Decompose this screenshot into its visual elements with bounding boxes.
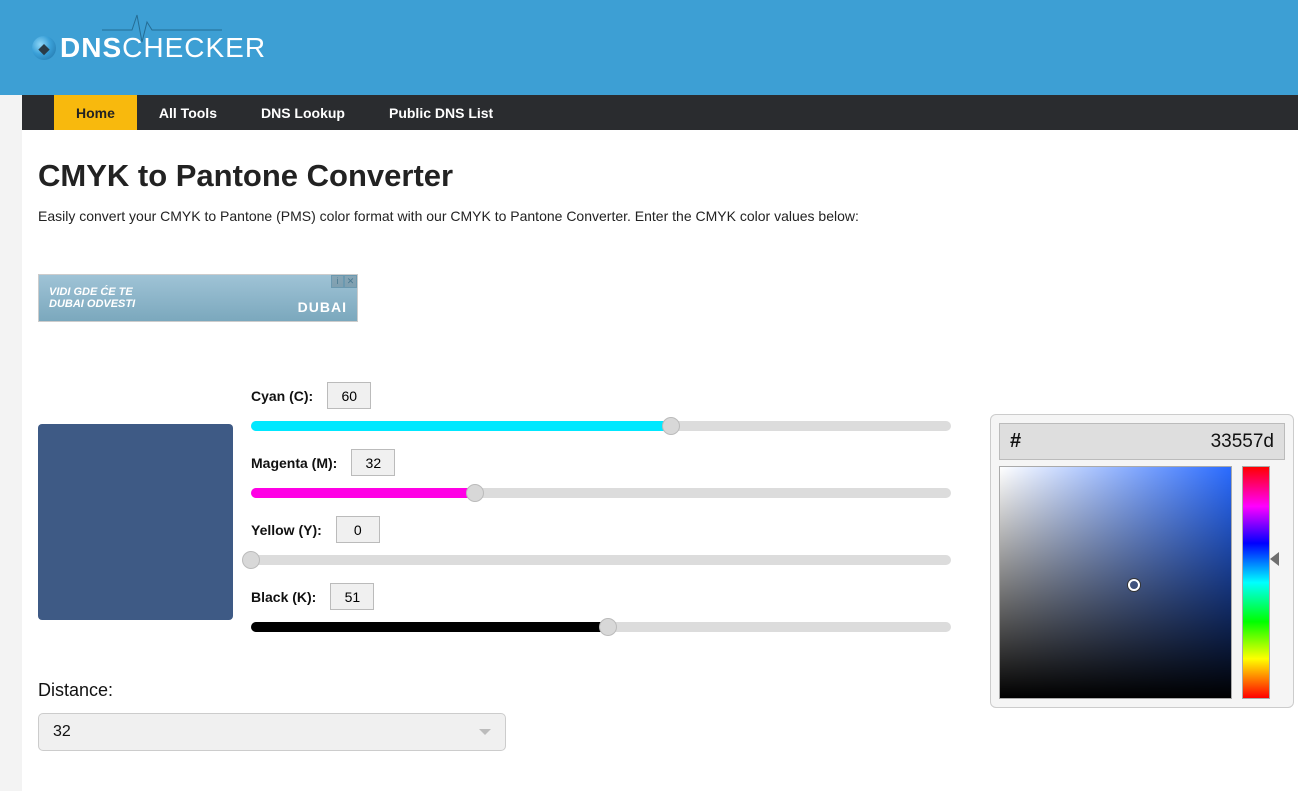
ad-line-2: DUBAI ODVESTI (49, 298, 135, 310)
slider-group-cyan: Cyan (C): (251, 382, 951, 431)
magenta-input[interactable] (351, 449, 395, 476)
sv-cursor[interactable] (1128, 579, 1140, 591)
yellow-slider[interactable] (251, 555, 951, 565)
nav-dns-lookup[interactable]: DNS Lookup (239, 95, 367, 130)
ad-badges: i ✕ (331, 275, 357, 288)
yellow-thumb[interactable] (242, 551, 260, 569)
ad-info-icon[interactable]: i (331, 275, 344, 288)
ad-line-1: VIDI GDE ĆE TE (49, 286, 135, 298)
slider-group-magenta: Magenta (M): (251, 449, 951, 498)
hex-input-row[interactable]: # 33557d (999, 423, 1285, 460)
color-preview (38, 424, 233, 620)
nav-public-dns-list[interactable]: Public DNS List (367, 95, 515, 130)
yellow-input[interactable] (336, 516, 380, 543)
cyan-input[interactable] (327, 382, 371, 409)
distance-select[interactable]: 32 (38, 713, 506, 751)
distance-value: 32 (53, 723, 71, 741)
black-slider[interactable] (251, 622, 951, 632)
ad-brand: DUBAI (298, 299, 347, 315)
hue-bar[interactable] (1242, 466, 1270, 699)
yellow-label: Yellow (Y): (251, 522, 322, 538)
cyan-label: Cyan (C): (251, 388, 313, 404)
main-nav: Home All Tools DNS Lookup Public DNS Lis… (22, 95, 1298, 130)
black-thumb[interactable] (599, 618, 617, 636)
magenta-fill (251, 488, 475, 498)
header-banner: DNSCHECKER (0, 0, 1298, 95)
color-picker-panel: # 33557d (990, 414, 1294, 708)
slider-group-yellow: Yellow (Y): (251, 516, 951, 565)
cyan-fill (251, 421, 671, 431)
page-title: CMYK to Pantone Converter (38, 158, 1282, 194)
page-description: Easily convert your CMYK to Pantone (PMS… (38, 208, 1282, 224)
black-label: Black (K): (251, 589, 316, 605)
sliders-panel: Cyan (C): Magenta (M): (251, 382, 951, 650)
magenta-slider[interactable] (251, 488, 951, 498)
black-fill (251, 622, 608, 632)
hex-value: 33557d (1021, 431, 1274, 453)
chevron-down-icon (479, 729, 491, 735)
magenta-thumb[interactable] (466, 484, 484, 502)
magenta-label: Magenta (M): (251, 455, 337, 471)
ad-text: VIDI GDE ĆE TE DUBAI ODVESTI (49, 286, 135, 310)
cyan-slider[interactable] (251, 421, 951, 431)
logo[interactable]: DNSCHECKER (32, 32, 266, 64)
nav-home[interactable]: Home (54, 95, 137, 130)
nav-all-tools[interactable]: All Tools (137, 95, 239, 130)
hex-hash: # (1010, 430, 1021, 453)
ad-close-icon[interactable]: ✕ (344, 275, 357, 288)
cyan-thumb[interactable] (662, 417, 680, 435)
content-area: CMYK to Pantone Converter Easily convert… (22, 130, 1298, 791)
black-input[interactable] (330, 583, 374, 610)
hue-cursor[interactable] (1270, 552, 1279, 566)
globe-pin-icon (32, 36, 56, 60)
ad-banner[interactable]: VIDI GDE ĆE TE DUBAI ODVESTI DUBAI i ✕ (38, 274, 358, 322)
saturation-value-panel[interactable] (999, 466, 1232, 699)
slider-group-black: Black (K): (251, 583, 951, 632)
